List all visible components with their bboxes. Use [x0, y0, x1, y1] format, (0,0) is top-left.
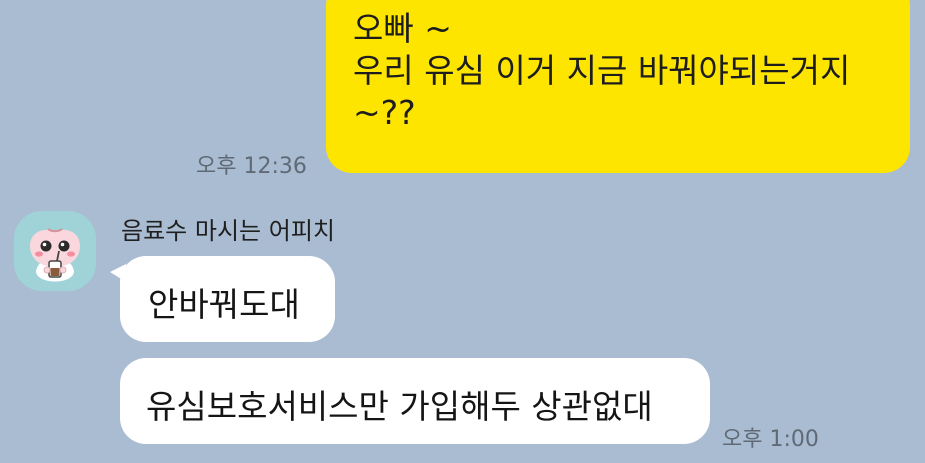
incoming-message-bubble[interactable]: 유심보호서비스만 가입해두 상관없대	[120, 358, 710, 444]
bubble-tail	[904, 0, 920, 4]
incoming-message-bubble[interactable]: 안바꿔도대	[110, 256, 335, 342]
outgoing-message-time: 오후 12:36	[196, 154, 307, 179]
apeach-drinking-avatar-icon	[14, 211, 96, 291]
outgoing-message-text: 오빠 ~ 우리 유심 이거 지금 바꿔야되는거지 ~??	[353, 9, 851, 132]
incoming-message-time: 오후 1:00	[722, 427, 819, 452]
incoming-message-text: 안바꿔도대	[148, 285, 300, 324]
bubble-tail	[110, 264, 126, 282]
chat-room: 오빠 ~ 우리 유심 이거 지금 바꿔야되는거지 ~?? 오후 12:36 음료…	[0, 0, 925, 463]
sender-avatar[interactable]	[14, 211, 96, 291]
sender-name: 음료수 마시는 어피치	[121, 217, 335, 245]
incoming-message-text: 유심보호서비스만 가입해두 상관없대	[146, 387, 653, 426]
outgoing-message-bubble[interactable]: 오빠 ~ 우리 유심 이거 지금 바꿔야되는거지 ~??	[326, 0, 920, 173]
